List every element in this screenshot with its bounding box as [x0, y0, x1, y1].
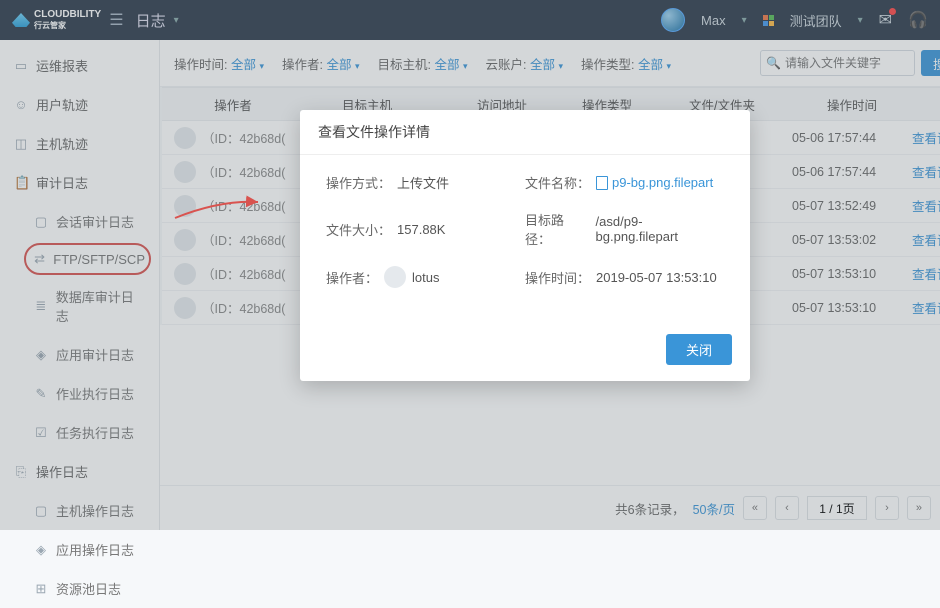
sidebar-icon: ⊞ [34, 581, 48, 597]
sidebar-item[interactable]: ◈ 应用操作日志 [0, 530, 159, 569]
sidebar-label: 应用操作日志 [56, 540, 134, 559]
file-link[interactable]: p9-bg.png.filepart [596, 175, 713, 190]
close-button[interactable]: 关闭 [666, 334, 732, 365]
modal-title: 查看文件操作详情 [300, 110, 750, 155]
sidebar-icon: ◈ [34, 542, 48, 558]
file-detail-modal: 查看文件操作详情 操作方式：上传文件 文件名称：p9-bg.png.filepa… [300, 110, 750, 381]
sidebar-label: 资源池日志 [56, 579, 121, 598]
operator-avatar [384, 266, 406, 288]
sidebar-item[interactable]: ⊞ 资源池日志 [0, 569, 159, 608]
file-icon [596, 176, 608, 190]
